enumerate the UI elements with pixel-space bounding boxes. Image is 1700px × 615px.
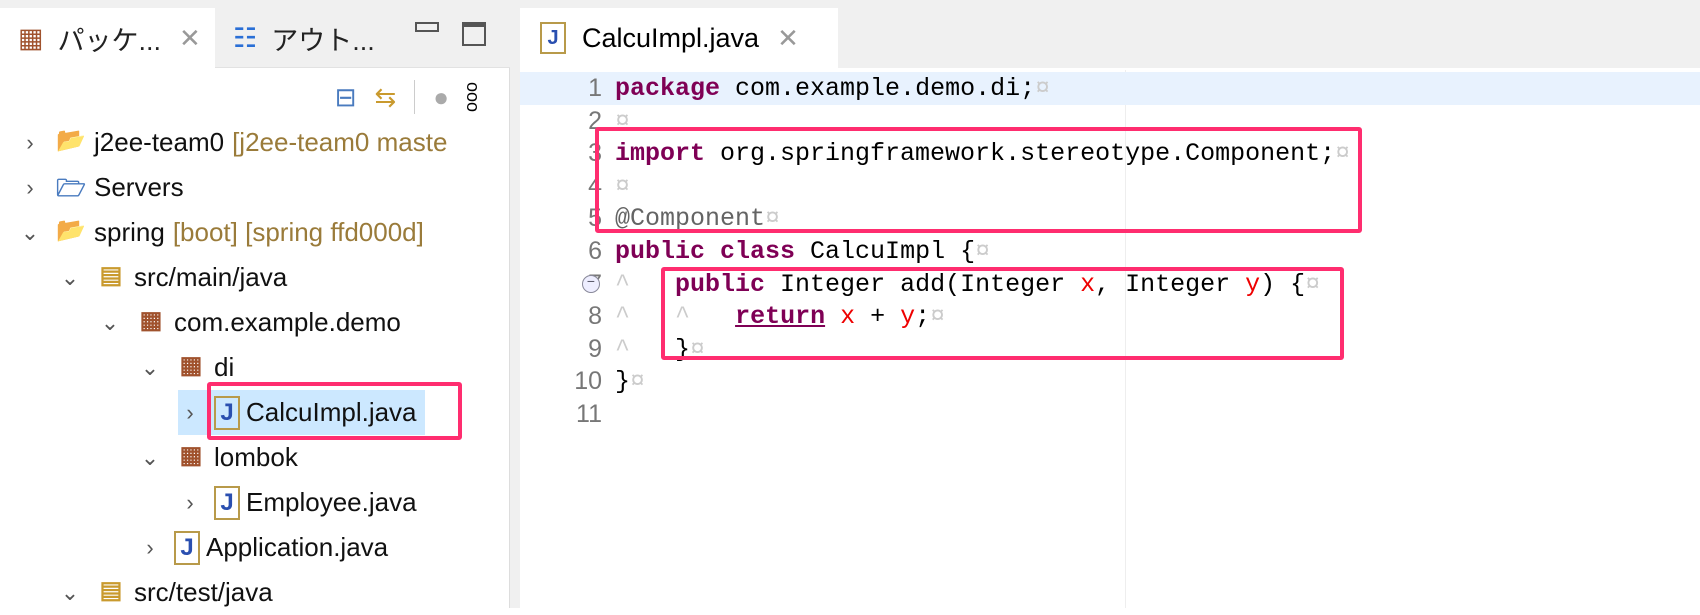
view-menu-icon[interactable]: ooo <box>463 82 483 112</box>
tree-item-decoration: [boot] [spring ffd000d] <box>172 217 424 247</box>
tree-item-label: j2ee-team0 <box>94 127 225 157</box>
package-icon: ▦ <box>139 306 163 334</box>
code-text: }¤ <box>615 367 646 397</box>
tree-item-label: Servers <box>94 172 184 202</box>
chevron-right-icon[interactable]: › <box>178 400 202 426</box>
outline-icon: ☷ <box>233 22 258 53</box>
project-icon: 📂 <box>56 216 86 244</box>
code-line: 10 }¤ <box>520 365 1700 398</box>
tab-label: アウト... <box>271 25 375 56</box>
tab-outline[interactable]: ☷ アウト... <box>215 8 385 68</box>
chevron-right-icon[interactable]: › <box>138 535 162 561</box>
chevron-right-icon[interactable]: › <box>18 175 42 201</box>
tree-item[interactable]: ⌄ 📂 spring [boot] [spring ffd000d] <box>18 210 424 255</box>
tree-item-label: src/test/java <box>134 577 273 607</box>
tree-item-label: Application.java <box>206 532 389 562</box>
editor-tab-bar: J CalcuImpl.java ✕ <box>520 0 1700 68</box>
tree-item-label: src/main/java <box>134 262 288 292</box>
package-explorer-panel: ▦ パッケ... ✕ ☷ アウト... ⊟ ⇆ ● ooo › 📂 j2ee-tea… <box>0 0 510 608</box>
line-number: 11 <box>576 400 602 428</box>
panel-divider[interactable] <box>510 0 520 608</box>
chevron-down-icon[interactable]: ⌄ <box>138 445 162 471</box>
code-line: 6 public class CalcuImpl {¤ <box>520 235 1700 268</box>
maximize-icon[interactable] <box>462 22 486 46</box>
line-number: 10 <box>574 367 602 396</box>
java-file-icon: J <box>174 530 200 565</box>
package-icon: ▦ <box>179 351 203 379</box>
tree-item-label: Employee.java <box>246 487 417 517</box>
chevron-down-icon[interactable]: ⌄ <box>58 265 82 291</box>
code-text: public class CalcuImpl {¤ <box>615 237 991 266</box>
project-icon: 📂 <box>56 126 86 154</box>
collapse-all-icon[interactable]: ⊟ <box>335 82 357 113</box>
view-tab-bar: ▦ パッケ... ✕ ☷ アウト... <box>0 0 510 68</box>
chevron-down-icon[interactable]: ⌄ <box>138 355 162 381</box>
line-number: 6 <box>588 237 602 265</box>
view-toolbar: ⊟ ⇆ ● ooo <box>335 80 483 114</box>
link-with-editor-icon[interactable]: ⇆ <box>374 82 396 113</box>
line-number: 9 <box>588 334 602 363</box>
folder-icon: 🗁 <box>56 174 86 202</box>
chevron-down-icon[interactable]: ⌄ <box>18 220 42 246</box>
minimize-icon[interactable] <box>415 22 439 32</box>
package-icon: ▦ <box>179 441 203 469</box>
highlight-box-file <box>207 382 462 440</box>
code-line: 11 <box>520 398 1700 431</box>
tree-item-decoration: [j2ee-team0 maste <box>232 127 448 157</box>
tab-package-explorer[interactable]: ▦ パッケ... ✕ <box>0 8 215 68</box>
close-icon[interactable]: ✕ <box>777 23 799 54</box>
tree-item[interactable]: ⌄ ▦ com.example.demo <box>98 300 401 345</box>
tree-item-label: spring <box>94 217 165 247</box>
source-folder-icon: ▤ <box>99 576 123 604</box>
code-line: 1 package com.example.demo.di;¤ <box>520 72 1700 105</box>
chevron-down-icon[interactable]: ⌄ <box>98 310 122 336</box>
code-text: package com.example.demo.di;¤ <box>615 74 1051 103</box>
filter-icon[interactable]: ● <box>433 82 449 113</box>
chevron-down-icon[interactable]: ⌄ <box>58 580 82 606</box>
editor-tab-label: CalcuImpl.java <box>582 22 760 53</box>
java-file-icon: J <box>540 22 566 54</box>
tree-item[interactable]: ⌄ ▤ src/test/java <box>58 570 273 615</box>
tree-item[interactable]: › J Employee.java <box>178 480 417 525</box>
chevron-right-icon[interactable]: › <box>178 490 202 516</box>
tree-item[interactable]: › 🗁 Servers <box>18 165 184 210</box>
tab-label: パッケ... <box>57 25 162 56</box>
java-file-icon: J <box>214 485 240 520</box>
editor-tab-calcuimpl[interactable]: J CalcuImpl.java ✕ <box>520 8 838 68</box>
package-explorer-icon: ▦ <box>18 22 44 53</box>
highlight-box-import <box>595 127 1362 233</box>
fold-toggle-icon[interactable]: − <box>582 274 600 293</box>
highlight-box-method <box>661 267 1344 360</box>
tree-item-label: di <box>214 352 235 382</box>
editor-area: J CalcuImpl.java ✕ 1 package com.example.… <box>520 0 1700 608</box>
tree-item-label: com.example.demo <box>174 307 401 337</box>
tree-item-label: lombok <box>214 442 298 472</box>
tree-item[interactable]: › J Application.java <box>138 525 388 570</box>
tree-item[interactable]: ⌄ ▤ src/main/java <box>58 255 287 300</box>
line-number: 8 <box>588 302 602 331</box>
close-icon[interactable]: ✕ <box>179 23 201 54</box>
line-number: 1 <box>588 74 602 102</box>
chevron-right-icon[interactable]: › <box>18 130 42 156</box>
tree-item[interactable]: ⌄ ▦ lombok <box>138 435 298 480</box>
source-folder-icon: ▤ <box>99 261 123 289</box>
toolbar-separator <box>414 80 416 114</box>
tree-item[interactable]: › 📂 j2ee-team0 [j2ee-team0 maste <box>18 120 447 165</box>
